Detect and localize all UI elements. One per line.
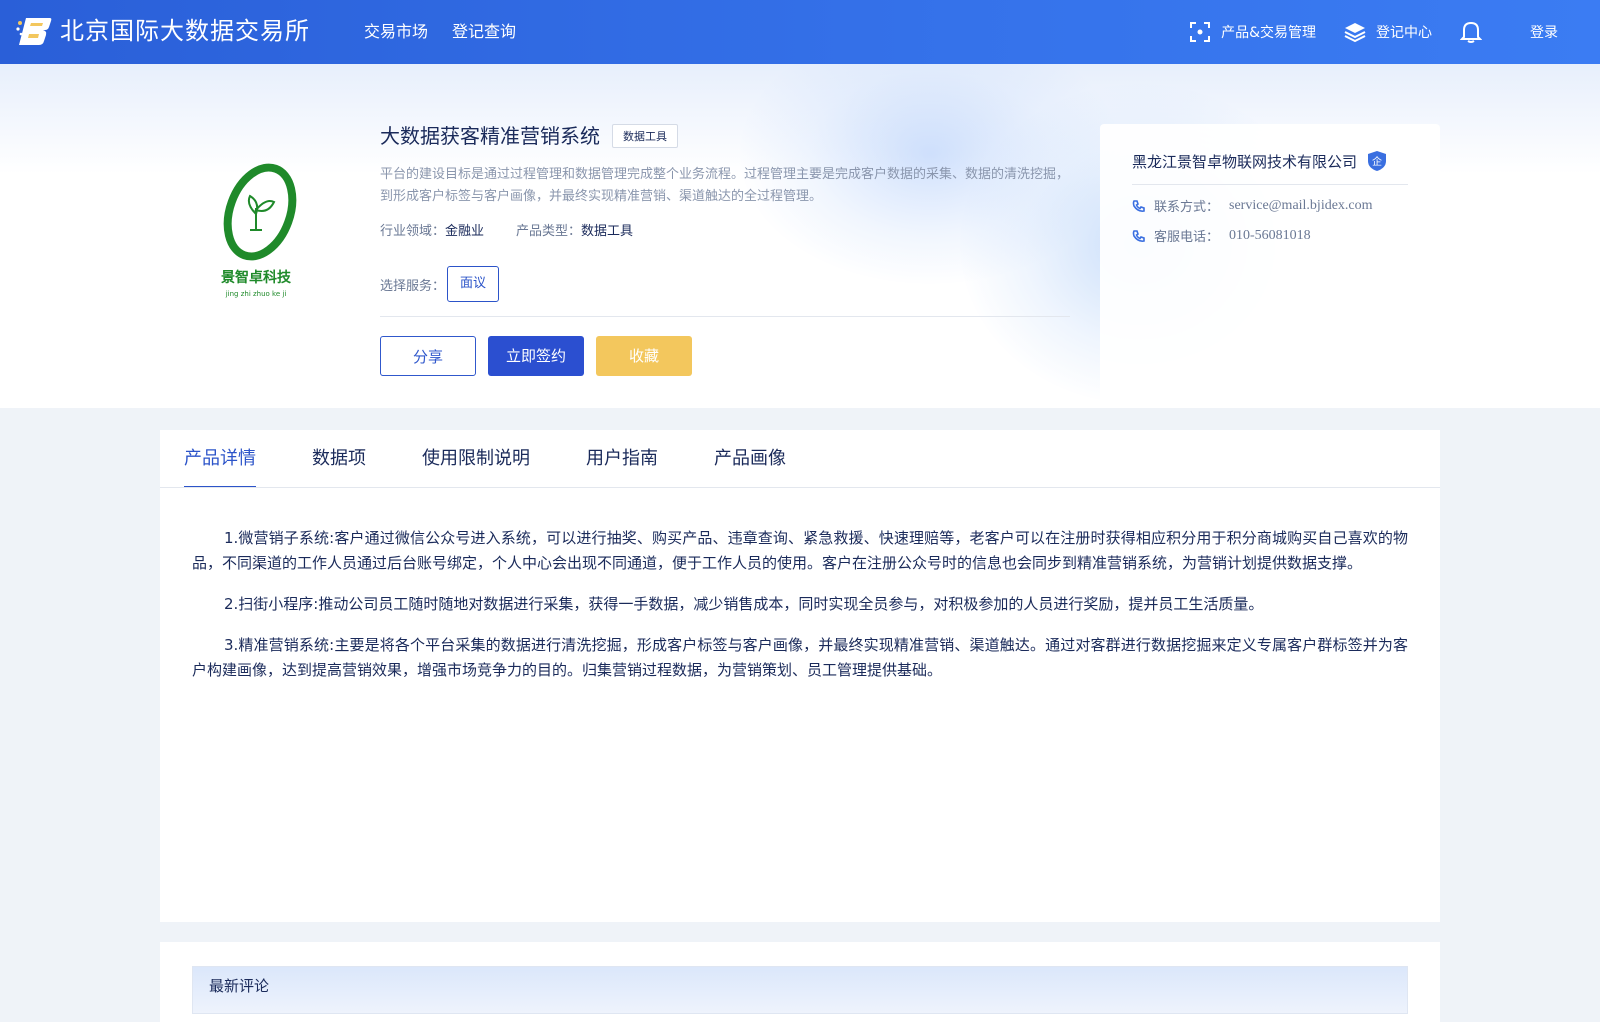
- divider: [1132, 184, 1408, 185]
- product-trade-mgmt-link[interactable]: 产品&交易管理: [1189, 21, 1316, 43]
- tab-usage-restrictions[interactable]: 使用限制说明: [422, 430, 530, 488]
- phone-icon: [1132, 229, 1145, 242]
- detail-tabs: 产品详情 数据项 使用限制说明 用户指南 产品画像: [184, 430, 786, 488]
- product-logo-pinyin: jing zhi zhuo ke ji: [225, 290, 287, 298]
- comments-section: 最新评论: [160, 942, 1440, 1022]
- company-card: 黑龙江景智卓物联网技术有限公司 企 联系方式： service@mail.bji…: [1100, 124, 1440, 404]
- divider: [380, 316, 1070, 317]
- share-button[interactable]: 分享: [380, 336, 476, 376]
- industry-label: 行业领域：: [380, 224, 446, 239]
- product-detail-body: 1.微营销子系统:客户通过微信公众号进入系统，可以进行抽奖、购买产品、违章查询、…: [192, 526, 1408, 699]
- notification-button[interactable]: [1460, 20, 1492, 44]
- brand-name[interactable]: 北京国际大数据交易所: [60, 14, 310, 48]
- product-logo-text: 景智卓科技: [221, 269, 292, 286]
- company-name-row: 黑龙江景智卓物联网技术有限公司 企: [1132, 150, 1387, 172]
- detail-paragraph: 2.扫街小程序:推动公司员工随时随地对数据进行采集，获得一手数据，减少销售成本，…: [224, 595, 1264, 613]
- product-title: 大数据获客精准营销系统: [380, 124, 600, 148]
- phone-icon: [1132, 199, 1145, 212]
- divider: [160, 487, 1440, 488]
- layers-icon: [1344, 23, 1366, 43]
- product-type-value: 数据工具: [581, 224, 634, 239]
- product-hero: 景智卓科技 jing zhi zhuo ke ji 大数据获客精准营销系统 数据…: [0, 64, 1600, 408]
- scan-icon: [1190, 22, 1211, 42]
- login-link[interactable]: 登录: [1530, 22, 1558, 42]
- service-selector: 选择服务： 面议: [380, 266, 500, 302]
- contact-label: 联系方式：: [1154, 200, 1220, 215]
- product-title-row: 大数据获客精准营销系统 数据工具: [380, 122, 678, 150]
- product-detail-card: 产品详情 数据项 使用限制说明 用户指南 产品画像 1.微营销子系统:客户通过微…: [160, 430, 1440, 922]
- product-type-tag: 数据工具: [612, 124, 678, 148]
- header-right-nav: 产品&交易管理 登记中心 登录: [1189, 0, 1600, 64]
- product-type-field: 产品类型：数据工具: [516, 222, 633, 242]
- sign-now-button[interactable]: 立即签约: [488, 336, 584, 376]
- comments-title: 最新评论: [209, 977, 270, 995]
- main-nav: 交易市场 登记查询: [364, 20, 516, 44]
- service-label: 选择服务：: [380, 278, 446, 294]
- contact-email: service@mail.bjidex.com: [1229, 197, 1373, 213]
- product-meta: 行业领域：金融业 产品类型：数据工具: [380, 222, 633, 242]
- tab-product-portrait[interactable]: 产品画像: [714, 430, 786, 488]
- phone-number: 010-56081018: [1229, 227, 1311, 243]
- favorite-button[interactable]: 收藏: [596, 336, 692, 376]
- tab-product-details[interactable]: 产品详情: [184, 430, 256, 488]
- contact-phone-row: 客服电话： 010-56081018: [1132, 226, 1311, 245]
- product-trade-mgmt-label: 产品&交易管理: [1221, 25, 1316, 41]
- enterprise-verified-icon: 企: [1368, 151, 1387, 171]
- registry-center-label: 登记中心: [1376, 25, 1432, 41]
- nav-trade-market[interactable]: 交易市场: [364, 20, 428, 44]
- phone-label: 客服电话：: [1154, 230, 1220, 245]
- enterprise-badge-text: 企: [1372, 155, 1382, 168]
- industry-field: 行业领域：金融业: [380, 222, 484, 242]
- service-option-negotiable[interactable]: 面议: [447, 266, 500, 302]
- detail-paragraph: 1.微营销子系统:客户通过微信公众号进入系统，可以进行抽奖、购买产品、违章查询、…: [192, 529, 1408, 572]
- product-description: 平台的建设目标是通过过程管理和数据管理完成整个业务流程。过程管理主要是完成客户数…: [380, 167, 1070, 204]
- tab-user-guide[interactable]: 用户指南: [586, 430, 658, 488]
- tab-data-items[interactable]: 数据项: [312, 430, 366, 488]
- company-name[interactable]: 黑龙江景智卓物联网技术有限公司: [1132, 151, 1357, 172]
- registry-center-link[interactable]: 登记中心: [1344, 21, 1432, 43]
- top-header: 北京国际大数据交易所 交易市场 登记查询 产品&交易管理 登记中心 登录: [0, 0, 1600, 64]
- nav-registry-search[interactable]: 登记查询: [452, 20, 516, 44]
- industry-value: 金融业: [445, 224, 485, 239]
- detail-paragraph: 3.精准营销系统:主要是将各个平台采集的数据进行清洗挖掘，形成客户标签与客户画像…: [192, 636, 1408, 679]
- bjidex-logo-icon[interactable]: [16, 14, 52, 48]
- product-type-label: 产品类型：: [516, 224, 582, 239]
- bell-icon: [1460, 21, 1482, 43]
- comments-header: 最新评论: [192, 966, 1408, 1014]
- product-logo: 景智卓科技 jing zhi zhuo ke ji: [221, 163, 297, 298]
- contact-email-row: 联系方式： service@mail.bjidex.com: [1132, 196, 1373, 215]
